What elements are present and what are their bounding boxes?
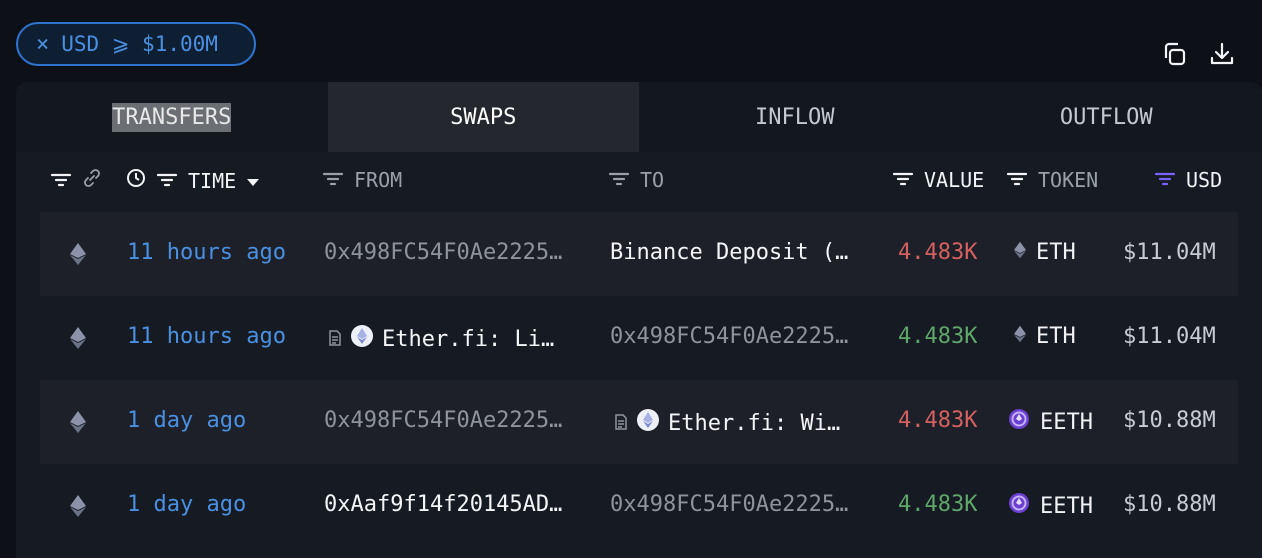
filter-icon[interactable] (156, 169, 178, 193)
ethereum-chain-icon (70, 327, 86, 355)
chain-column-header (50, 168, 102, 193)
eth-token-icon (1014, 324, 1026, 349)
from-column-header[interactable]: FROM (322, 168, 402, 192)
usd-header-label: USD (1186, 168, 1223, 192)
filter-active-icon[interactable] (1154, 168, 1176, 192)
token-column-header[interactable]: TOKEN (1006, 168, 1098, 192)
tab-bar: TRANSFERS SWAPS INFLOW OUTFLOW (16, 82, 1262, 152)
filter-icon[interactable] (50, 169, 72, 193)
copy-icon[interactable] (1160, 40, 1188, 68)
filter-icon[interactable] (892, 168, 914, 192)
link-icon[interactable] (82, 168, 102, 193)
time-link[interactable]: 1 day ago (127, 492, 246, 517)
etherfi-logo-icon (350, 324, 374, 354)
value-amount: 4.483K (898, 408, 978, 433)
usd-value: $11.04M (1123, 240, 1216, 265)
value-amount: 4.483K (898, 324, 978, 349)
token-header-label: TOKEN (1038, 168, 1099, 192)
tab-outflow-label: OUTFLOW (1059, 104, 1153, 130)
etherfi-logo-icon (636, 408, 660, 438)
transfers-panel: TRANSFERS SWAPS INFLOW OUTFLOW TIME FROM… (16, 82, 1262, 558)
entity-name: Ether.fi: Li… (382, 326, 555, 352)
to-entity[interactable]: Ether.fi: Wi… (614, 408, 876, 438)
token-cell[interactable]: EETH (1008, 492, 1093, 520)
ethereum-chain-icon (70, 495, 86, 523)
from-address[interactable]: 0x498FC54F0Ae2225… (324, 408, 586, 433)
entity-name: Ether.fi: Wi… (668, 410, 841, 436)
time-link[interactable]: 1 day ago (127, 408, 246, 433)
filter-icon[interactable] (322, 168, 344, 192)
tab-inflow[interactable]: INFLOW (639, 82, 951, 152)
token-symbol: ETH (1036, 324, 1076, 349)
sort-desc-icon[interactable] (246, 169, 260, 193)
from-address[interactable]: 0x498FC54F0Ae2225… (324, 240, 586, 265)
close-icon[interactable]: × (36, 32, 49, 57)
token-symbol: EETH (1040, 493, 1093, 519)
tab-inflow-label: INFLOW (755, 104, 835, 130)
tab-transfers-label: TRANSFERS (112, 102, 232, 132)
ethereum-chain-icon (70, 243, 86, 271)
time-column-header[interactable]: TIME (126, 168, 260, 193)
token-cell[interactable]: ETH (1014, 240, 1076, 265)
to-header-label: TO (640, 168, 665, 192)
tab-transfers[interactable]: TRANSFERS (16, 82, 328, 152)
tab-outflow[interactable]: OUTFLOW (950, 82, 1262, 152)
value-amount: 4.483K (898, 492, 978, 517)
usd-value: $10.88M (1123, 408, 1216, 433)
clock-icon (126, 168, 146, 193)
value-amount: 4.483K (898, 240, 978, 265)
token-cell[interactable]: EETH (1008, 408, 1093, 436)
to-address[interactable]: 0x498FC54F0Ae2225… (610, 492, 872, 517)
transfers-table: 11 hours ago 0x498FC54F0Ae2225… Binance … (40, 212, 1238, 548)
value-column-header[interactable]: VALUE (892, 168, 984, 192)
time-link[interactable]: 11 hours ago (127, 324, 286, 349)
eeth-token-icon (1008, 408, 1030, 436)
from-address[interactable]: 0xAaf9f14f20145AD… (324, 492, 586, 517)
token-symbol: EETH (1040, 409, 1093, 435)
filter-label: USD ⩾ $1.00M (61, 32, 218, 56)
usd-value: $10.88M (1123, 492, 1216, 517)
contract-icon (328, 327, 342, 352)
tab-swaps[interactable]: SWAPS (327, 82, 639, 152)
table-row[interactable]: 11 hours ago Ether.fi: Li… 0x498FC54F0Ae… (40, 296, 1238, 380)
eeth-token-icon (1008, 492, 1030, 520)
to-column-header[interactable]: TO (608, 168, 664, 192)
to-entity[interactable]: Binance Deposit (… (610, 240, 872, 265)
usd-filter-chip[interactable]: × USD ⩾ $1.00M (16, 22, 256, 66)
from-header-label: FROM (354, 168, 403, 192)
eth-token-icon (1014, 240, 1026, 265)
download-icon[interactable] (1208, 40, 1236, 68)
usd-column-header[interactable]: USD (1154, 168, 1222, 192)
filter-icon[interactable] (1006, 168, 1028, 192)
filter-icon[interactable] (608, 168, 630, 192)
tab-swaps-label: SWAPS (450, 104, 517, 130)
ethereum-chain-icon (70, 411, 86, 439)
table-row[interactable]: 11 hours ago 0x498FC54F0Ae2225… Binance … (40, 212, 1238, 296)
token-symbol: ETH (1036, 240, 1076, 265)
time-link[interactable]: 11 hours ago (127, 240, 286, 265)
table-row[interactable]: 1 day ago 0x498FC54F0Ae2225… Ether.fi: W… (40, 380, 1238, 464)
usd-value: $11.04M (1123, 324, 1216, 349)
value-header-label: VALUE (924, 168, 985, 192)
token-cell[interactable]: ETH (1014, 324, 1076, 349)
time-header-label: TIME (188, 168, 237, 193)
contract-icon (614, 411, 628, 436)
from-entity[interactable]: Ether.fi: Li… (328, 324, 590, 354)
to-address[interactable]: 0x498FC54F0Ae2225… (610, 324, 872, 349)
table-header: TIME FROM TO VALUE TOKEN USD (16, 152, 1262, 210)
table-row[interactable]: 1 day ago 0xAaf9f14f20145AD… 0x498FC54F0… (40, 464, 1238, 548)
